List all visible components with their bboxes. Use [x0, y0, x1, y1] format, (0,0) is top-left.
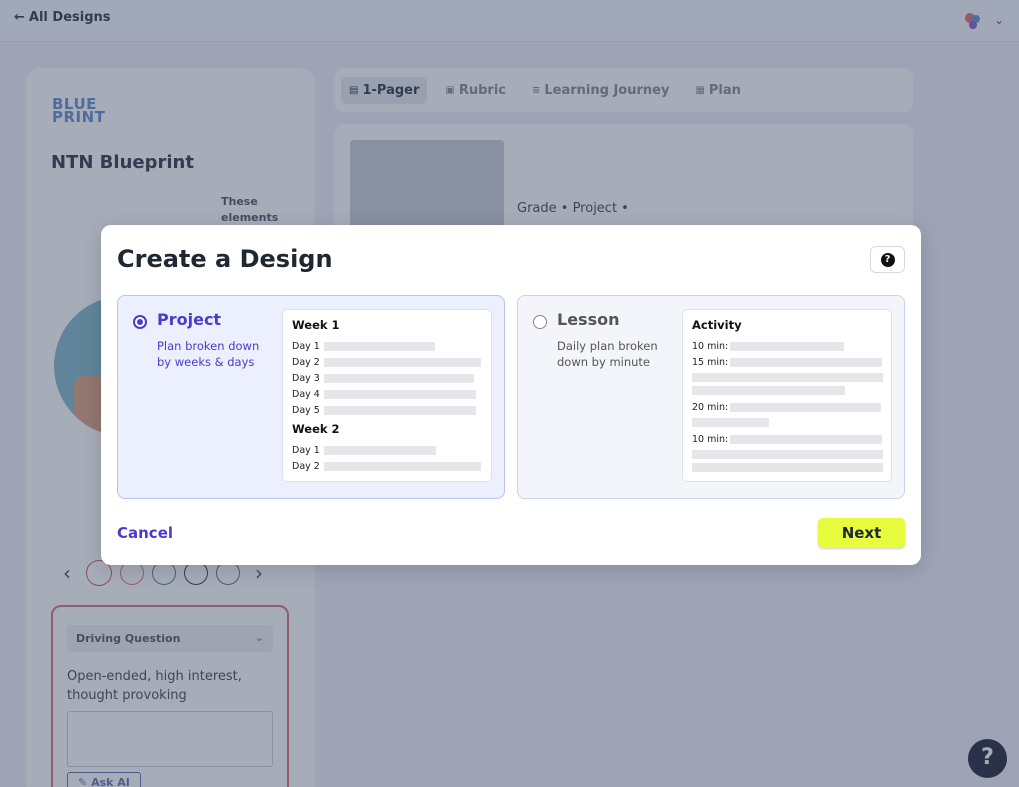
option-name: Lesson [557, 310, 620, 329]
placeholder-bar [324, 445, 436, 455]
preview-row: Day 2 [292, 354, 482, 370]
placeholder-bar [730, 402, 881, 412]
placeholder-bar [730, 434, 882, 444]
project-radio[interactable] [133, 315, 147, 329]
time-label: 20 min: [692, 401, 729, 413]
preview-row: 10 min: [692, 338, 882, 354]
lesson-radio[interactable] [533, 315, 547, 329]
placeholder-bar [730, 341, 844, 351]
modal-title: Create a Design [117, 245, 333, 273]
day-label: Day 2 [292, 460, 320, 472]
placeholder-bar [692, 386, 845, 395]
placeholder-bar [324, 373, 474, 383]
placeholder-bar [692, 418, 769, 427]
placeholder-bar [324, 389, 476, 399]
lesson-preview: Activity 10 min: 15 min: 20 min: 10 min: [682, 309, 892, 482]
preview-row: Day 4 [292, 386, 482, 402]
create-design-modal: Create a Design ? Project Plan broken do… [101, 225, 921, 565]
preview-row: Day 5 [292, 402, 482, 418]
time-label: 10 min: [692, 340, 729, 352]
project-preview: Week 1 Day 1 Day 2 Day 3 Day 4 Day 5 Wee… [282, 309, 492, 482]
placeholder-bar [692, 373, 883, 382]
preview-row: 20 min: [692, 399, 882, 415]
next-button[interactable]: Next [818, 518, 905, 548]
preview-row: 15 min: [692, 354, 882, 370]
preview-week-title: Week 1 [292, 318, 340, 332]
preview-row: Day 3 [292, 370, 482, 386]
project-option[interactable]: Project Plan broken down by weeks & days… [117, 295, 505, 499]
lesson-option[interactable]: Lesson Daily plan broken down by minute … [517, 295, 905, 499]
preview-week-title: Week 2 [292, 422, 340, 436]
preview-row: 10 min: [692, 431, 882, 447]
option-description: Daily plan broken down by minute [557, 339, 658, 369]
placeholder-bar [324, 405, 476, 415]
day-label: Day 1 [292, 340, 320, 352]
help-button[interactable]: ? [870, 246, 905, 273]
time-label: 15 min: [692, 356, 729, 368]
option-name: Project [157, 310, 222, 329]
preview-activity-title: Activity [692, 318, 742, 332]
question-mark-icon: ? [880, 252, 895, 267]
placeholder-bar [692, 463, 883, 472]
placeholder-bar [324, 461, 481, 471]
placeholder-bar [324, 341, 435, 351]
preview-row: Day 2 [292, 458, 482, 474]
placeholder-bar [324, 357, 481, 367]
preview-row: Day 1 [292, 442, 482, 458]
day-label: Day 1 [292, 444, 320, 456]
day-label: Day 5 [292, 404, 320, 416]
option-description: Plan broken down by weeks & days [157, 339, 260, 369]
cancel-button[interactable]: Cancel [117, 524, 173, 542]
day-label: Day 4 [292, 388, 320, 400]
placeholder-bar [730, 357, 882, 367]
day-label: Day 3 [292, 372, 320, 384]
day-label: Day 2 [292, 356, 320, 368]
time-label: 10 min: [692, 433, 729, 445]
preview-row: Day 1 [292, 338, 482, 354]
placeholder-bar [692, 450, 883, 459]
